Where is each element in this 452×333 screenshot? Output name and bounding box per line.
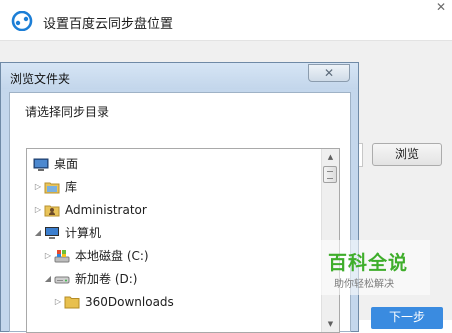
collapse-arrow-icon[interactable]: ◢: [43, 268, 53, 290]
expand-arrow-icon[interactable]: ▷: [33, 199, 43, 221]
desktop-icon: [33, 158, 49, 171]
watermark: 百科全说 助你轻松解决: [320, 240, 430, 295]
browse-button[interactable]: 浏览: [372, 143, 442, 166]
dialog-close-button[interactable]: ✕: [308, 64, 350, 82]
expand-arrow-icon[interactable]: ▷: [53, 291, 63, 313]
tree-item-label: 本地磁盘 (C:): [75, 249, 149, 263]
tree-item-local-disk-c[interactable]: ▷ 本地磁盘 (C:): [27, 245, 323, 267]
watermark-title: 百科全说: [328, 252, 409, 274]
computer-icon: [45, 227, 59, 239]
dialog-prompt: 请选择同步目录: [25, 105, 110, 119]
library-folder-icon: [44, 182, 60, 194]
tree-item-label: 桌面: [54, 157, 79, 171]
browse-folder-dialog: 浏览文件夹 ✕ 请选择同步目录 桌面 ▷ 库 ▷ Administrator ◢…: [0, 62, 359, 333]
watermark-subtitle: 助你轻松解决: [334, 279, 394, 290]
next-step-button[interactable]: 下一步: [371, 307, 443, 329]
user-folder-icon: [44, 205, 60, 217]
tree-item-label: 库: [65, 180, 78, 194]
tree-item-desktop[interactable]: 桌面: [27, 153, 323, 175]
baidu-cloud-logo-icon: [11, 11, 33, 31]
main-titlebar: 设置百度云同步盘位置 ✕: [0, 0, 452, 41]
expand-arrow-icon[interactable]: ▷: [33, 176, 43, 198]
tree-item-computer[interactable]: ◢ 计算机: [27, 222, 323, 244]
system-drive-icon: [54, 250, 70, 263]
scroll-down-icon[interactable]: ▼: [323, 316, 338, 332]
tree-item-new-volume-d[interactable]: ◢ 新加卷 (D:): [27, 268, 323, 290]
main-close-button[interactable]: ✕: [430, 0, 452, 16]
tree-item-administrator[interactable]: ▷ Administrator: [27, 199, 323, 221]
tree-item-libraries[interactable]: ▷ 库: [27, 176, 323, 198]
folder-tree[interactable]: 桌面 ▷ 库 ▷ Administrator ◢ 计算机 ▷ 本地磁盘 (C:)…: [26, 148, 340, 333]
tree-item-label: 360Downloads: [85, 295, 174, 309]
dialog-content: 请选择同步目录 桌面 ▷ 库 ▷ Administrator ◢ 计算机 ▷ 本…: [9, 92, 351, 333]
scroll-up-icon[interactable]: ▲: [323, 149, 338, 165]
expand-arrow-icon[interactable]: ▷: [43, 245, 53, 267]
tree-item-360downloads[interactable]: ▷ 360Downloads: [27, 291, 323, 313]
tree-item-label: 新加卷 (D:): [75, 272, 138, 286]
dialog-title: 浏览文件夹: [10, 72, 71, 86]
folder-icon: [64, 296, 80, 309]
collapse-arrow-icon[interactable]: ◢: [33, 222, 43, 244]
scroll-thumb[interactable]: [323, 166, 337, 183]
dialog-titlebar[interactable]: 浏览文件夹 ✕: [1, 63, 358, 89]
hard-drive-icon: [54, 276, 70, 284]
tree-item-label: Administrator: [65, 203, 147, 217]
main-window-title: 设置百度云同步盘位置: [43, 17, 174, 32]
tree-item-label: 计算机: [65, 226, 102, 240]
